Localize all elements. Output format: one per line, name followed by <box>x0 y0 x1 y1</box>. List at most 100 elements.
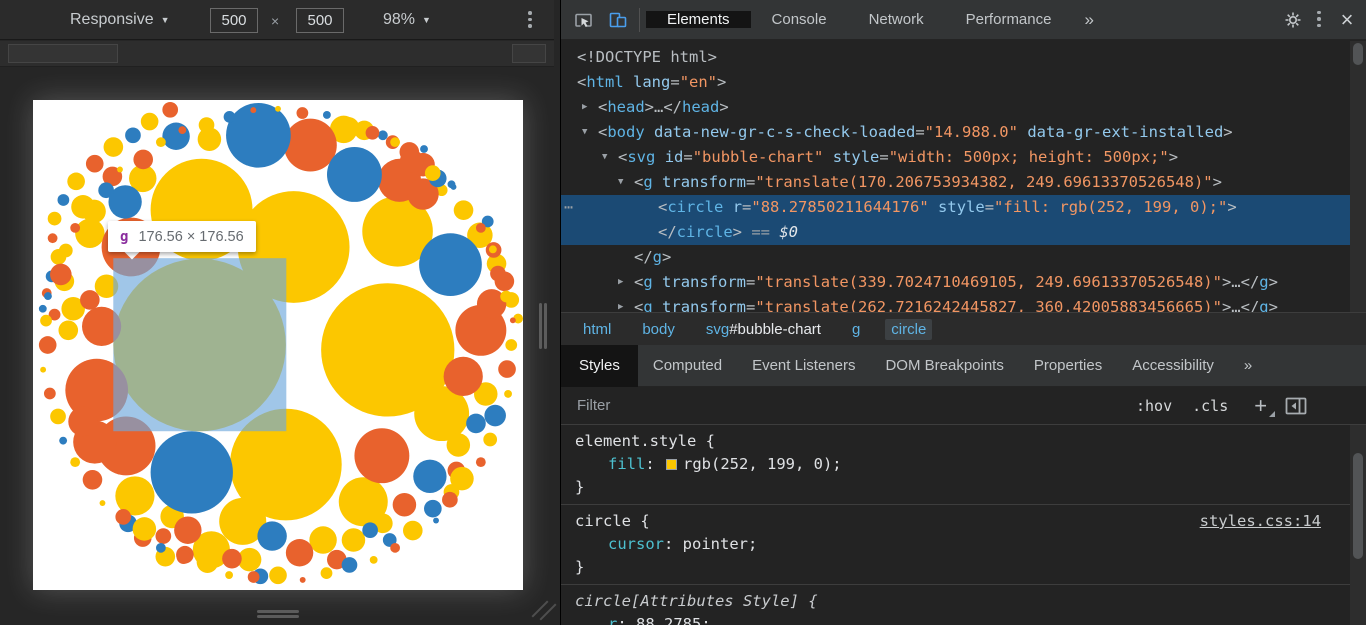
zoom-dropdown[interactable]: 98%▼ <box>383 0 431 40</box>
css-property-value[interactable]: pointer; <box>683 535 758 553</box>
more-tabs-button[interactable]: » <box>1072 10 1105 30</box>
bubble-circle[interactable] <box>44 388 56 400</box>
bubble-circle[interactable] <box>141 113 159 131</box>
inspect-element-icon[interactable] <box>567 3 601 37</box>
bubble-circle[interactable] <box>286 539 313 566</box>
bubble-circle[interactable] <box>424 500 442 518</box>
expand-arrow-open-icon[interactable]: ▼ <box>582 120 587 145</box>
bubble-circle[interactable] <box>284 119 337 172</box>
bubble-circle[interactable] <box>70 223 80 233</box>
bubble-circle[interactable] <box>50 409 66 425</box>
dom-tree-node[interactable]: ▶<head>…</head> <box>561 95 1351 120</box>
bubble-circle[interactable] <box>125 127 141 143</box>
css-declaration[interactable]: fill: rgb(252, 199, 0); <box>561 453 1351 476</box>
sidebar-tab-event-listeners[interactable]: Event Listeners <box>737 345 870 387</box>
toggle-device-toolbar-icon[interactable] <box>601 3 635 37</box>
bubble-circle[interactable] <box>505 339 517 351</box>
dom-tree-node[interactable]: <html lang="en"> <box>561 70 1351 95</box>
bubble-circle[interactable] <box>58 321 78 341</box>
dom-tree-node[interactable]: ▶<g transform="translate(339.70247104691… <box>561 270 1351 295</box>
css-property-name[interactable]: fill <box>608 455 645 473</box>
bubble-circle[interactable] <box>80 290 100 310</box>
device-height-input[interactable] <box>296 8 344 33</box>
css-declaration[interactable]: r: 88.2785; <box>561 613 1351 625</box>
bubble-circle[interactable] <box>75 219 104 248</box>
tab-console[interactable]: Console <box>751 11 848 28</box>
bubble-circle[interactable] <box>156 137 166 147</box>
bubble-circle[interactable] <box>366 126 380 140</box>
css-selector[interactable]: element.style { <box>561 430 1351 453</box>
sidebar-tab-computed[interactable]: Computed <box>638 345 737 387</box>
bubble-circle[interactable] <box>490 266 506 282</box>
bubble-circle[interactable] <box>309 526 336 553</box>
bubble-circle[interactable] <box>162 123 189 150</box>
bubble-circle[interactable] <box>342 557 358 573</box>
bubble-circle[interactable] <box>451 184 457 190</box>
breadcrumb-item-svg[interactable]: svg#bubble-chart <box>700 319 827 340</box>
bubble-circle[interactable] <box>59 437 67 445</box>
bubble-circle[interactable] <box>269 566 287 584</box>
bubble-circle[interactable] <box>115 509 131 525</box>
bubble-circle[interactable] <box>58 194 70 206</box>
bubble-circle[interactable] <box>403 521 423 541</box>
bubble-circle[interactable] <box>466 414 486 434</box>
toggle-sidebar-icon[interactable] <box>1285 397 1307 415</box>
css-selector[interactable]: circle[Attributes Style] { <box>561 590 1351 613</box>
dom-tree-node[interactable]: </circle> == $0 <box>561 220 1351 245</box>
breadcrumb-item-g[interactable]: g <box>846 319 866 340</box>
color-swatch[interactable] <box>666 459 677 470</box>
bubble-circle[interactable] <box>454 200 474 220</box>
bubble-circle[interactable] <box>444 357 483 396</box>
close-devtools-icon[interactable]: × <box>1328 1 1366 39</box>
css-declaration[interactable]: cursor: pointer; <box>561 533 1351 556</box>
bubble-circle[interactable] <box>67 173 85 191</box>
dom-tree-node[interactable]: </g> <box>561 245 1351 270</box>
bubble-circle[interactable] <box>40 315 52 327</box>
sidebar-more-tabs-button[interactable]: » <box>1229 345 1267 387</box>
css-property-value[interactable]: 88.2785; <box>636 615 711 625</box>
bubble-circle[interactable] <box>59 244 73 258</box>
bubble-circle[interactable] <box>297 107 309 119</box>
bubble-circle[interactable] <box>174 517 201 544</box>
strip-segment[interactable] <box>8 44 118 63</box>
bubble-circle[interactable] <box>498 360 516 378</box>
bubble-circle[interactable] <box>362 522 378 538</box>
settings-gear-icon[interactable] <box>1276 3 1310 37</box>
tab-network[interactable]: Network <box>848 11 945 28</box>
bubble-circle[interactable] <box>151 431 233 513</box>
bubble-circle[interactable] <box>323 111 331 119</box>
sidebar-tab-styles[interactable]: Styles <box>561 345 638 387</box>
bubble-circle[interactable] <box>83 470 103 490</box>
toggle-class-button[interactable]: .cls <box>1192 397 1228 415</box>
devtools-options-kebab-icon[interactable] <box>1310 0 1328 40</box>
bubble-circle[interactable] <box>222 549 242 569</box>
dom-tree-node[interactable]: ▼<body data-new-gr-c-s-check-loaded="14.… <box>561 120 1351 145</box>
bubble-circle[interactable] <box>257 521 286 550</box>
bubble-circle[interactable] <box>224 111 236 123</box>
sidebar-tab-accessibility[interactable]: Accessibility <box>1117 345 1229 387</box>
bubble-circle[interactable] <box>476 457 486 467</box>
sidebar-tab-dom-breakpoints[interactable]: DOM Breakpoints <box>870 345 1018 387</box>
bubble-circle[interactable] <box>40 367 46 373</box>
css-property-name[interactable]: cursor <box>608 535 664 553</box>
bubble-circle[interactable] <box>133 150 153 170</box>
dom-tree-node[interactable]: ▼<g transform="translate(170.20675393438… <box>561 170 1351 195</box>
expand-arrow-open-icon[interactable]: ▼ <box>618 170 623 195</box>
bubble-circle[interactable] <box>327 147 382 202</box>
bubble-circle[interactable] <box>104 137 124 157</box>
stylesheet-source-link[interactable]: styles.css:14 <box>1200 510 1321 533</box>
expand-arrow-closed-icon[interactable]: ▶ <box>618 270 623 295</box>
bubble-circle[interactable] <box>156 543 166 553</box>
bubble-circle[interactable] <box>370 556 378 564</box>
bubble-circle[interactable] <box>133 517 157 541</box>
bubble-circle[interactable] <box>500 291 512 303</box>
bubble-circle[interactable] <box>156 528 172 544</box>
sidebar-tab-properties[interactable]: Properties <box>1019 345 1117 387</box>
bubble-circle[interactable] <box>86 155 104 173</box>
bubble-circle[interactable] <box>450 467 474 491</box>
bubble-circle[interactable] <box>420 145 428 153</box>
bubble-circle[interactable] <box>100 500 106 506</box>
css-property-name[interactable]: r <box>608 615 617 625</box>
bubble-circle[interactable] <box>300 577 306 583</box>
expand-arrow-open-icon[interactable]: ▼ <box>602 145 607 170</box>
